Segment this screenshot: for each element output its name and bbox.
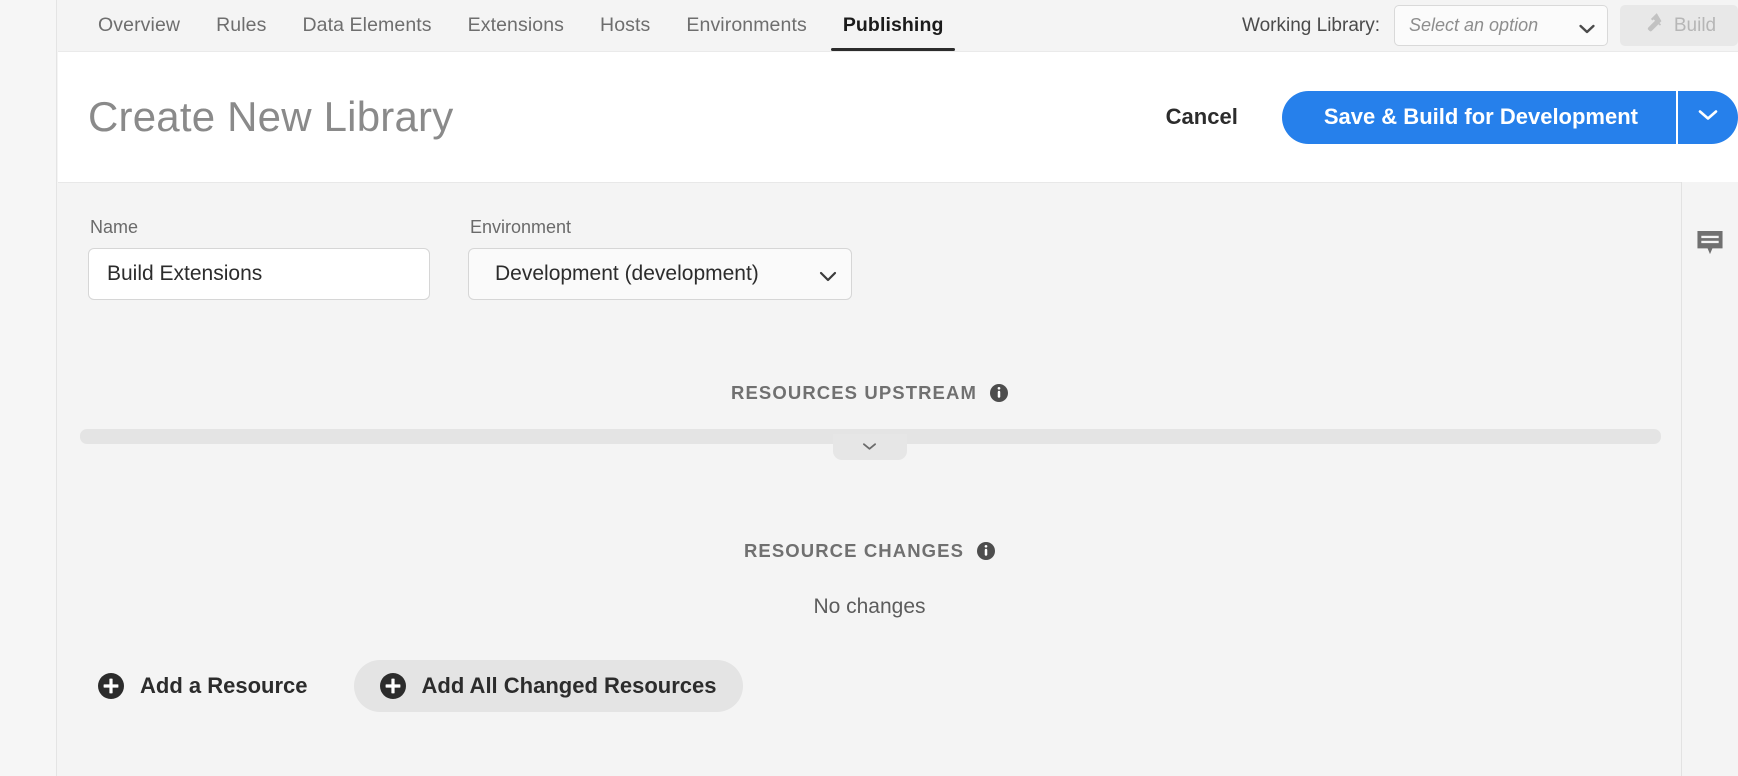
tab-environments[interactable]: Environments [668, 0, 824, 51]
app-root: Overview Rules Data Elements Extensions … [0, 0, 1738, 776]
chevron-down-icon [819, 269, 837, 282]
library-form: Name Build Extensions Environment Develo… [88, 217, 852, 300]
info-icon[interactable] [989, 384, 1008, 402]
header-actions: Cancel Save & Build for Development [1144, 52, 1738, 182]
resource-changes-title: RESOURCE CHANGES [743, 540, 965, 561]
tab-hosts[interactable]: Hosts [582, 0, 668, 51]
tab-data-elements-label: Data Elements [302, 14, 432, 36]
chevron-down-icon [1698, 108, 1718, 126]
name-input[interactable]: Build Extensions [88, 248, 430, 300]
comments-button[interactable] [1696, 230, 1725, 262]
no-changes-message: No changes [813, 595, 926, 618]
cancel-button-label: Cancel [1165, 104, 1238, 129]
info-icon[interactable] [977, 542, 996, 560]
chevron-down-icon [862, 438, 877, 456]
working-library-label: Working Library: [1242, 14, 1380, 36]
build-button[interactable]: Build [1620, 5, 1738, 46]
top-navigation-bar: Overview Rules Data Elements Extensions … [58, 0, 1738, 51]
tab-data-elements[interactable]: Data Elements [284, 0, 449, 51]
plus-circle-icon [379, 673, 406, 699]
resources-upstream-expand-toggle[interactable] [832, 434, 907, 460]
resources-upstream-title: RESOURCES UPSTREAM [731, 382, 977, 403]
name-input-value: Build Extensions [107, 262, 263, 285]
environment-selected-value: Development (development) [495, 262, 759, 285]
plus-circle-icon [98, 673, 124, 699]
add-all-changed-resources-button[interactable]: Add All Changed Resources [353, 660, 743, 712]
tab-publishing[interactable]: Publishing [825, 0, 962, 51]
tab-publishing-label: Publishing [842, 14, 944, 36]
right-side-panel [1681, 182, 1738, 776]
tab-extensions[interactable]: Extensions [450, 0, 582, 51]
resources-upstream-header: RESOURCES UPSTREAM [58, 382, 1681, 404]
save-and-build-label: Save & Build for Development [1323, 104, 1638, 129]
page-title: Create New Library [88, 93, 454, 140]
tab-extensions-label: Extensions [467, 14, 565, 36]
left-rail [0, 0, 57, 776]
name-field-group: Name Build Extensions [88, 217, 430, 300]
environment-field-label: Environment [470, 217, 572, 237]
main-content: Name Build Extensions Environment Develo… [58, 182, 1681, 776]
chevron-down-icon [1579, 21, 1595, 33]
tab-rules-label: Rules [216, 14, 267, 36]
save-split-button: Save & Build for Development [1281, 90, 1738, 144]
tab-hosts-label: Hosts [600, 14, 651, 36]
comment-icon [1696, 230, 1725, 261]
save-options-dropdown-button[interactable] [1678, 91, 1738, 144]
build-button-label: Build [1673, 14, 1717, 36]
tab-rules[interactable]: Rules [198, 0, 284, 51]
tab-overview[interactable]: Overview [80, 0, 198, 51]
working-library-select[interactable]: Select an option [1394, 5, 1608, 46]
working-library-selected-value: Select an option [1409, 15, 1539, 35]
nav-tabs: Overview Rules Data Elements Extensions … [58, 0, 961, 51]
add-a-resource-button[interactable]: Add a Resource [80, 660, 326, 712]
resource-changes-header: RESOURCE CHANGES [58, 540, 1681, 562]
page-header: Create New Library Cancel Save & Build f… [58, 51, 1738, 182]
add-all-changed-resources-label: Add All Changed Resources [421, 673, 717, 698]
tab-overview-label: Overview [98, 14, 181, 36]
save-and-build-button[interactable]: Save & Build for Development [1282, 90, 1678, 144]
name-field-label: Name [90, 217, 139, 237]
resource-action-buttons: Add a Resource Add All Changed Resources [80, 660, 743, 712]
tab-environments-label: Environments [686, 14, 807, 36]
environment-field-group: Environment Development (development) [468, 217, 852, 300]
working-library-area: Working Library: Select an option Build [1242, 0, 1738, 51]
resources-upstream-collapsible [58, 429, 1681, 463]
cancel-button[interactable]: Cancel [1144, 104, 1260, 130]
environment-select[interactable]: Development (development) [468, 248, 852, 300]
hammer-icon [1642, 11, 1665, 40]
add-a-resource-label: Add a Resource [140, 673, 308, 698]
